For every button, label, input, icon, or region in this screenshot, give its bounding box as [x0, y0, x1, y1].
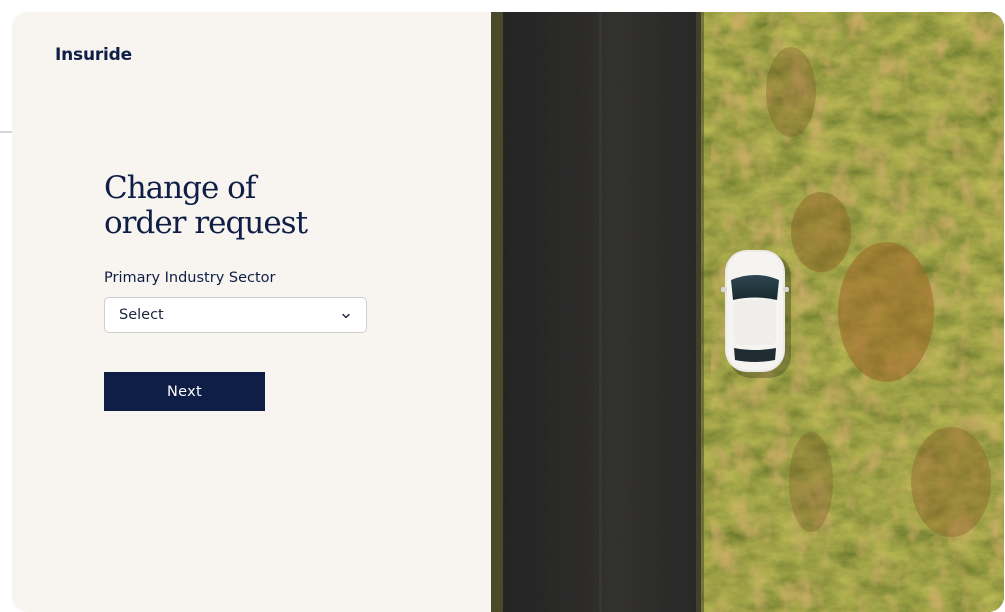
app-window: Insuride Change of order request Primary… [12, 12, 1004, 612]
page-title-line-1: Change of [104, 170, 256, 206]
sector-field-label: Primary Industry Sector [104, 270, 276, 286]
sector-select-value: Select [119, 307, 164, 323]
page-title-line-2: order request [104, 205, 308, 241]
sector-select[interactable]: Select [104, 297, 367, 333]
hero-photo [491, 12, 1004, 612]
form-panel: Insuride Change of order request Primary… [12, 12, 491, 612]
next-button[interactable]: Next [104, 372, 265, 411]
window-edge-divider [0, 131, 12, 133]
chevron-down-icon [342, 313, 350, 319]
brand-logo[interactable]: Insuride [55, 45, 132, 65]
aerial-road-illustration [491, 12, 1004, 612]
page-title: Change of order request [104, 171, 404, 241]
